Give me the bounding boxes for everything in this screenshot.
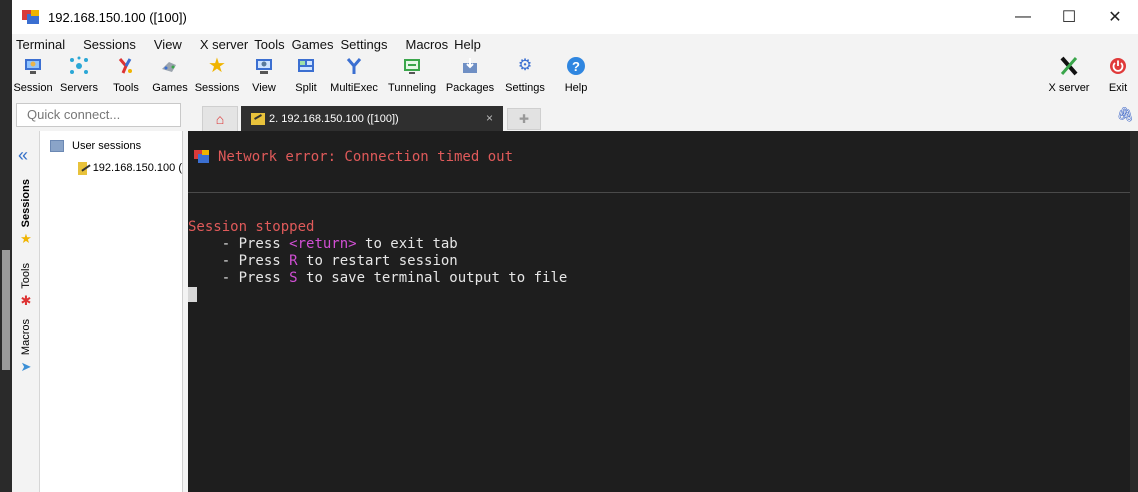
tools-icon: ✱ [20,292,32,308]
new-tab-icon: ✚ [518,112,530,126]
tools-button[interactable]: Tools [104,54,148,100]
close-button[interactable]: ✕ [1092,0,1138,34]
split-icon [297,54,315,78]
menu-sessions[interactable]: Sessions [74,37,145,52]
x-server-button[interactable]: X server [1040,54,1098,100]
power-icon [1109,54,1127,78]
menu-help[interactable]: Help [452,37,490,52]
menu-view[interactable]: View [145,37,191,52]
title-bar: 192.168.150.100 ([100]) — ☐ ✕ [12,0,1138,34]
app-window: 192.168.150.100 ([100]) — ☐ ✕ Terminal S… [12,0,1138,492]
window-controls: — ☐ ✕ [1000,0,1138,34]
key-r: R [289,253,298,269]
window-title: 192.168.150.100 ([100]) [48,9,187,25]
tab-session-2[interactable]: 2. 192.168.150.100 ([100]) × [241,106,503,131]
servers-icon [69,54,89,78]
paper-plane-icon: ➤ [20,359,32,375]
session-icon [24,54,42,78]
network-error-line: Network error: Connection timed out [194,149,513,165]
quick-connect-input[interactable]: Quick connect... [16,103,181,127]
ssh-session-icon [251,112,265,125]
terminal-divider [188,192,1130,193]
terminal-line-exit: - Press <return> to exit tab [188,236,458,252]
tools-icon [116,54,136,78]
vtab-sessions[interactable]: Sessions ★ [16,179,36,247]
tab-close-icon[interactable]: × [486,111,493,125]
vtab-macros[interactable]: Macros ➤ [16,319,36,375]
x-server-icon [1059,54,1079,78]
settings-button[interactable]: ⚙ Settings [498,54,552,100]
session-stopped-text: Session stopped [188,219,315,235]
session-tree: User sessions 192.168.150.100 ( [42,137,182,177]
gears-icon: ⚙ [517,57,533,74]
view-icon [255,54,273,78]
menu-bar: Terminal Sessions View X server Tools Ga… [12,34,1138,54]
tunneling-button[interactable]: Tunneling [382,54,442,100]
ssh-session-icon [78,161,87,175]
maximize-button[interactable]: ☐ [1046,0,1092,34]
servers-button[interactable]: Servers [54,54,104,100]
terminal-line-save: - Press S to save terminal output to fil… [188,270,568,286]
menu-terminal[interactable]: Terminal [12,37,74,52]
minimize-button[interactable]: — [1000,0,1046,34]
star-icon: ★ [208,55,226,77]
help-button[interactable]: ? Help [552,54,600,100]
terminal-line-restart: - Press R to restart session [188,253,458,269]
packages-button[interactable]: Packages [442,54,498,100]
home-tab[interactable]: ⌂ [202,106,238,131]
tunneling-icon [403,54,421,78]
view-button[interactable]: View [242,54,286,100]
tree-item-session[interactable]: 192.168.150.100 ( [42,159,182,177]
home-icon: ⌂ [215,111,225,127]
exit-button[interactable]: Exit [1098,54,1138,100]
background-window-edge [0,0,12,492]
split-button[interactable]: Split [286,54,326,100]
games-icon [160,54,180,78]
mobaxterm-app-icon [22,10,40,24]
tab-row: Quick connect... ⌂ 2. 192.168.150.100 ([… [12,100,1138,131]
menu-tools[interactable]: Tools [252,37,289,52]
sessions-button[interactable]: ★ Sessions [192,54,242,100]
svg-text:?: ? [572,59,580,74]
network-error-text: Network error: Connection timed out [218,149,514,165]
tab-label: 2. 192.168.150.100 ([100]) [269,112,399,125]
terminal-scrollbar[interactable] [1130,131,1138,492]
menu-x-server[interactable]: X server [191,37,252,52]
vtab-tools[interactable]: Tools ✱ [16,263,36,309]
terminal-cursor [188,287,197,302]
help-icon: ? [566,54,586,78]
games-button[interactable]: Games [148,54,192,100]
menu-games[interactable]: Games [290,37,339,52]
new-tab-button[interactable]: ✚ [507,108,541,130]
collapse-sidebar-icon[interactable]: « [18,145,28,166]
packages-icon [461,54,479,78]
paperclip-icon[interactable]: 🖇 [1116,106,1134,123]
sidebar-vertical-tabs: « Sessions ★ Tools ✱ Macros ➤ [12,131,40,492]
tree-folder-user-sessions[interactable]: User sessions [42,137,182,155]
star-icon: ★ [20,231,32,247]
menu-macros[interactable]: Macros [399,37,452,52]
user-folder-icon [50,140,64,152]
session-button[interactable]: Session [12,54,54,100]
key-return: <return> [289,236,357,252]
multiexec-button[interactable]: MultiExec [326,54,382,100]
sessions-sidebar: « Sessions ★ Tools ✱ Macros ➤ User sessi… [12,131,183,492]
toolbar-right-group: X server Exit [1040,54,1138,100]
terminal-area[interactable]: Network error: Connection timed out Sess… [188,131,1138,492]
mobaxterm-app-icon [194,150,210,164]
menu-settings[interactable]: Settings [339,37,400,52]
main-toolbar: Session Servers Tools Games ★ Sessions V… [12,54,1138,100]
key-s: S [289,270,298,286]
multiexec-icon [345,54,363,78]
